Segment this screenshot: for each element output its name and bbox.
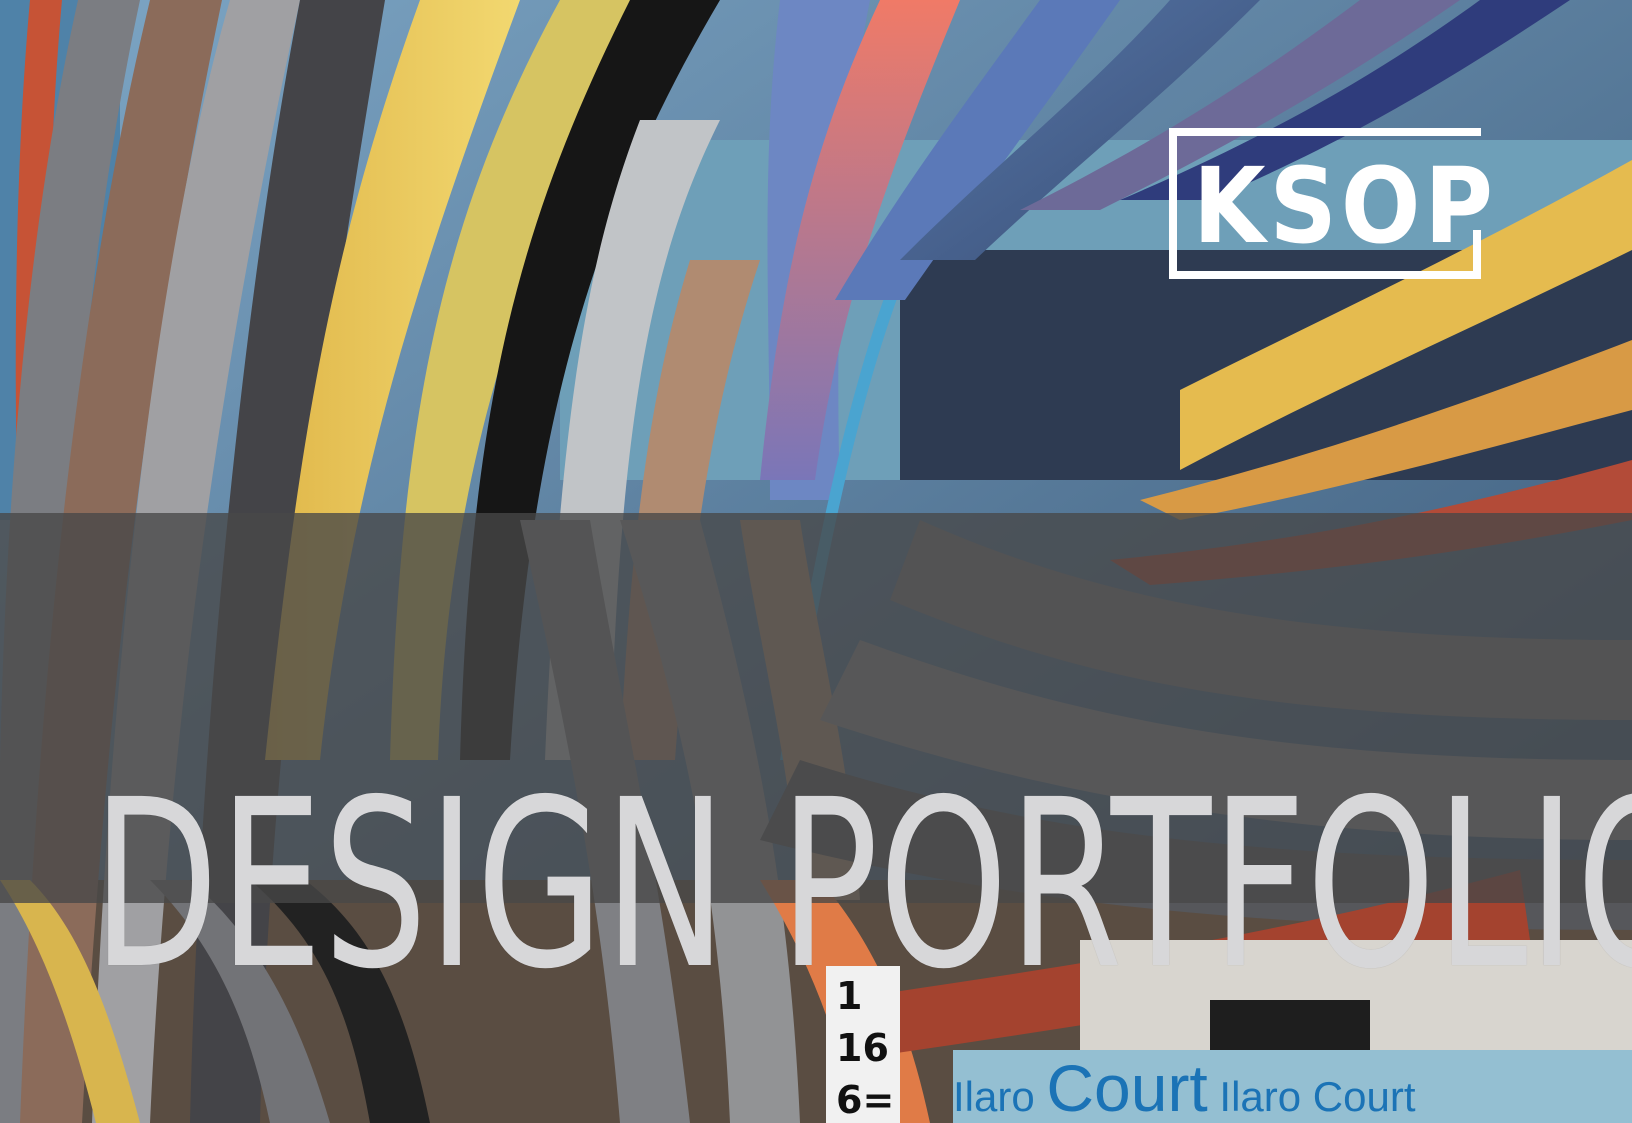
number-label-2: 16 [836,1026,889,1070]
court-text-2: Court [1046,1051,1208,1123]
logo-frame-top [1169,128,1481,136]
logo-frame-left [1169,128,1177,279]
court-text-3: Ilaro Court [1207,1073,1416,1120]
logo-text: KSOP [1193,145,1497,267]
court-text-strip: Ilaro Court Ilaro Court [953,1050,1632,1123]
number-label-3: 6= [836,1078,895,1122]
logo-frame-bottom [1169,271,1481,279]
court-text-1: Ilaro [953,1073,1047,1120]
portfolio-cover: KSOP 1 16 6= Ilaro Court Ilaro Court DES… [0,0,1632,1123]
ksop-logo: KSOP [1169,128,1497,279]
page-title: DESIGN PORTFOLIO [92,750,1632,1020]
